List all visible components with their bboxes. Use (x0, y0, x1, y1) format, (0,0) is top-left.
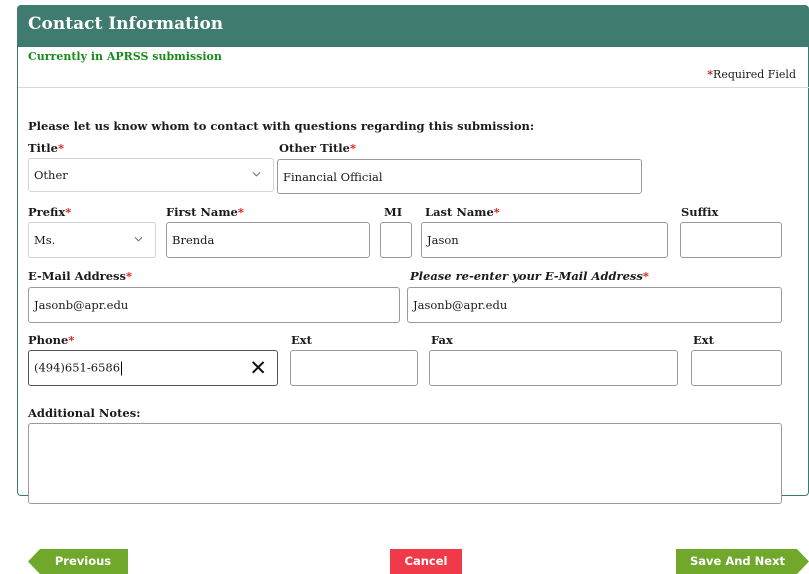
prefix-label: Prefix* (28, 205, 72, 219)
email-field[interactable]: Jasonb@apr.edu (28, 287, 400, 323)
required-star: * (350, 141, 357, 155)
chevron-down-icon (252, 171, 261, 177)
required-field-note: *Required Field (707, 68, 796, 81)
phone-ext-input[interactable] (290, 350, 418, 386)
fax-ext-input[interactable] (691, 350, 782, 386)
email-confirm-field[interactable]: Jasonb@apr.edu (407, 287, 782, 323)
other-title-input[interactable]: Financial Official (277, 159, 642, 194)
previous-button[interactable]: Previous (28, 549, 128, 574)
first-name-label: First Name* (166, 205, 244, 219)
panel-header: Contact Information (17, 5, 809, 47)
page-title: Contact Information (28, 14, 224, 34)
last-name-label: Last Name* (425, 205, 500, 219)
prefix-select[interactable]: Ms. (28, 222, 156, 258)
email-label: E-Mail Address* (28, 269, 133, 283)
suffix-label: Suffix (681, 205, 719, 219)
instructions-text: Please let us know whom to contact with … (28, 119, 535, 133)
required-star: * (493, 205, 500, 219)
required-field-label: Required Field (713, 68, 796, 81)
save-and-next-button[interactable]: Save And Next (676, 549, 809, 574)
phone-field[interactable]: (494)651-6586 ✕ (28, 350, 278, 386)
notes-label: Additional Notes: (28, 406, 141, 420)
required-star: * (65, 205, 72, 219)
cancel-button[interactable]: Cancel (390, 549, 462, 574)
header-divider (18, 87, 809, 88)
submission-status: Currently in APRSS submission (28, 50, 222, 63)
fax-ext-label: Ext (693, 333, 714, 347)
clear-icon[interactable]: ✕ (249, 356, 267, 380)
fax-label: Fax (431, 333, 453, 347)
email-confirm-label: Please re-enter your E-Mail Address* (410, 269, 649, 283)
mi-input[interactable] (380, 222, 412, 258)
last-name-input[interactable]: Jason (421, 222, 668, 258)
phone-label: Phone* (28, 333, 75, 347)
required-star: * (68, 333, 75, 347)
notes-textarea[interactable] (28, 423, 782, 504)
other-title-label: Other Title* (279, 141, 357, 155)
first-name-input[interactable]: Brenda (166, 222, 370, 258)
text-caret (121, 361, 123, 376)
phone-ext-label: Ext (291, 333, 312, 347)
required-star: * (642, 269, 649, 283)
chevron-down-icon (134, 236, 143, 242)
suffix-input[interactable] (680, 222, 782, 258)
required-star: * (237, 205, 244, 219)
title-label: Title* (28, 141, 64, 155)
fax-input[interactable] (429, 350, 678, 386)
required-star: * (57, 141, 64, 155)
mi-label: MI (384, 205, 403, 219)
required-star: * (126, 269, 133, 283)
title-select[interactable]: Other (28, 158, 274, 192)
